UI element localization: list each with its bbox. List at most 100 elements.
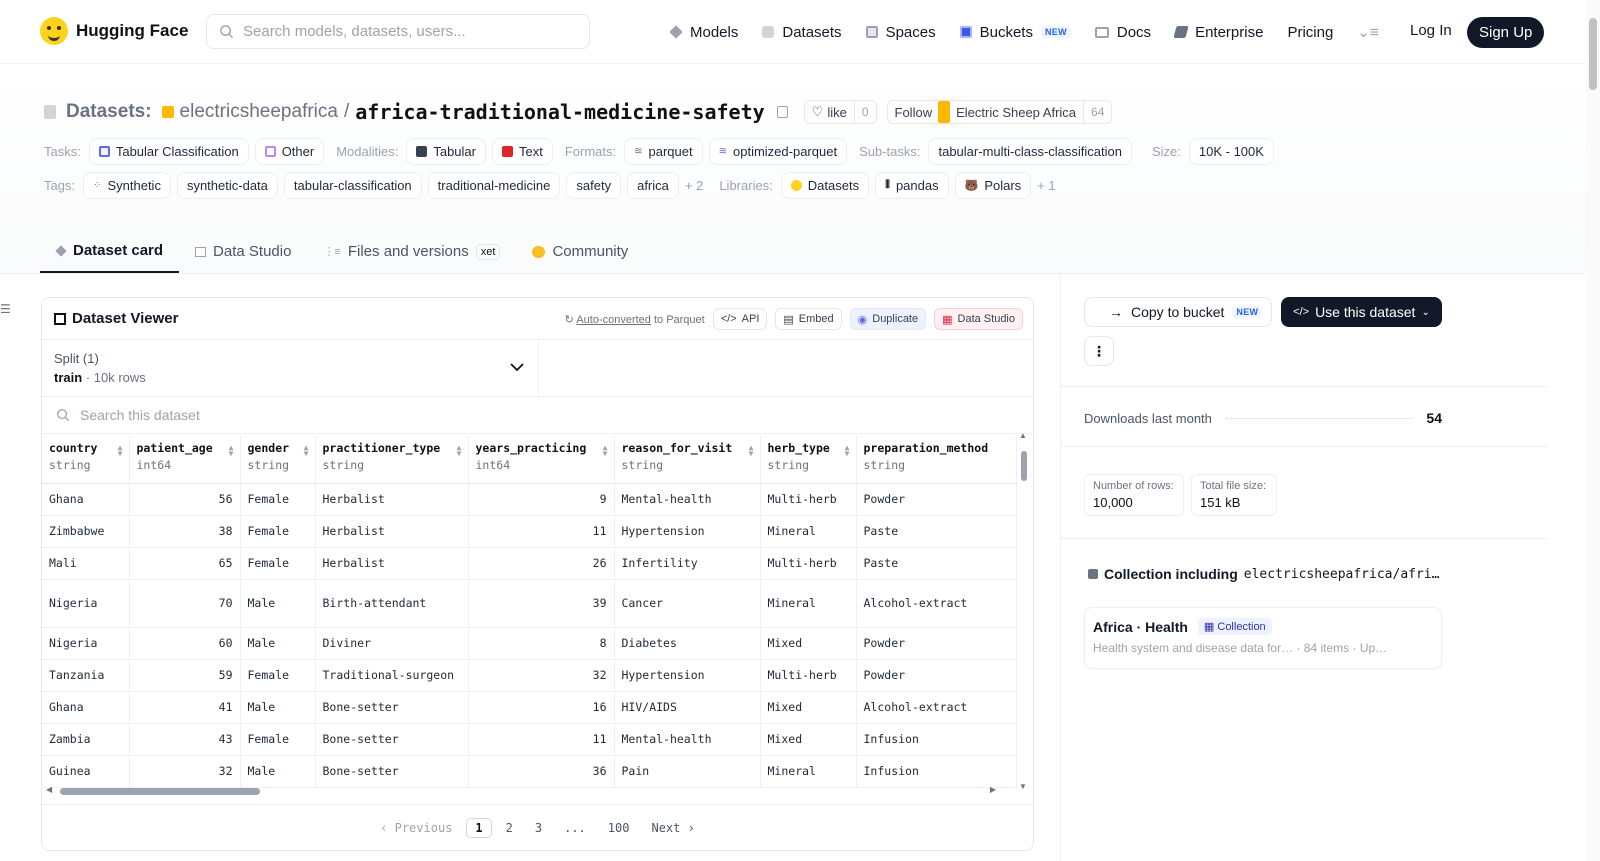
lib-pandas[interactable]: ⦀ pandas [875,172,949,199]
data-studio-button[interactable]: ▦ Data Studio [934,308,1023,330]
page-1[interactable]: 1 [466,817,492,838]
tag-size[interactable]: 10K - 100K [1188,138,1274,165]
column-header-preparation-method[interactable]: preparation_method string [856,435,1017,484]
dataset-name[interactable]: africa-traditional-medicine-safety [355,100,764,124]
horizontal-scroll-thumb[interactable] [60,788,260,795]
page-scroll-thumb[interactable] [1589,18,1597,90]
table-row[interactable]: Nigeria 60 Male Diviner 8 Diabetes Mixed Powder [42,627,1017,660]
like-button[interactable]: ♡ like 0 [803,100,877,124]
embed-button[interactable]: ▤ Embed [775,308,842,330]
tab-dataset-card[interactable]: Dataset card [40,230,180,273]
table-cell: Herbalist [315,515,469,548]
tag-tabular-multi-class[interactable]: tabular-multi-class-classification [928,138,1132,165]
nav-spaces[interactable]: Spaces [865,24,936,41]
table-row[interactable]: Zimbabwe 38 Female Herbalist 11 Hypertension M… [42,515,1017,548]
sort-icon[interactable]: ▲ ▼ [603,444,608,458]
tag-other[interactable]: Other [254,138,325,165]
scroll-down-icon[interactable]: ▼ [1019,782,1027,791]
table-row[interactable]: Ghana 41 Male Bone-setter 16 HIV/AIDS Mixed Alc… [42,691,1017,724]
scroll-right-icon[interactable]: ▶ [990,785,996,794]
nav-enterprise-label: Enterprise [1195,23,1264,41]
page-100[interactable]: 100 [600,819,638,837]
dataset-search-input[interactable]: Search this dataset [42,397,1033,434]
copy-icon[interactable] [776,106,788,118]
table-row[interactable]: Mali 65 Female Herbalist 26 Infertility Multi-… [42,547,1017,580]
org-link[interactable]: electricsheepafrica [180,101,338,123]
vertical-scrollbar[interactable]: ▲ ▼ [1019,431,1029,791]
tag-optimized-parquet[interactable]: ≋ optimized-parquet [708,138,848,165]
next-page-button[interactable]: Next › [643,819,702,837]
tag-traditional-medicine[interactable]: traditional-medicine [427,172,561,199]
use-this-dataset-button[interactable]: </> Use this dataset ⌄ [1281,297,1442,327]
signup-button[interactable]: Sign Up [1467,17,1545,48]
follow-button[interactable]: Follow Electric Sheep Africa 64 [886,100,1113,124]
follow-main: Follow Electric Sheep Africa [888,101,1084,123]
table-cell: Mixed [760,723,857,756]
horizontal-scrollbar[interactable]: ◀ ▶ [46,785,996,797]
table-row[interactable]: Nigeria 70 Male Birth-attendant 39 Cancer Mine… [42,579,1017,628]
column-header-years-practicing[interactable]: years_practicing int64 ▲ ▼ [468,435,615,484]
nav-models[interactable]: Models [669,24,738,41]
more-options-button[interactable]: ⋮ [1084,336,1114,366]
tag-parquet[interactable]: ≋ parquet [624,138,703,165]
nav-enterprise[interactable]: Enterprise [1173,23,1264,41]
nav-buckets[interactable]: Buckets NEW [959,24,1071,41]
sort-icon[interactable]: ▲ ▼ [749,444,754,458]
tag-text[interactable]: Text [491,138,553,165]
tab-data-studio[interactable]: Data Studio [179,230,307,273]
scroll-up-icon[interactable]: ▲ [1019,431,1027,440]
auto-converted-link[interactable]: Auto-converted [576,314,651,326]
sort-icon[interactable]: ▲ ▼ [304,444,309,458]
previous-page-button[interactable]: ‹ Previous [372,819,460,837]
nav-docs[interactable]: Docs [1094,24,1151,41]
sidebar-toggle-icon[interactable]: ☰ [0,302,11,316]
tag-synthetic[interactable]: ⁘ Synthetic [83,172,171,199]
table-row[interactable]: Tanzania 59 Female Traditional-surgeon 32 Hyp… [42,659,1017,692]
tag-africa[interactable]: africa [627,172,679,199]
column-type: string [322,458,365,472]
column-header-gender[interactable]: gender string ▲ ▼ [240,435,316,484]
main-nav-links: Models Datasets Spaces Buckets NEW Docs E… [669,0,1403,64]
sort-icon[interactable]: ▲ ▼ [845,444,850,458]
top-navigation: Hugging Face Search models, datasets, us… [0,0,1600,64]
duplicate-button[interactable]: ◉ Duplicate [849,308,927,330]
page-3[interactable]: 3 [527,819,550,837]
sort-icon[interactable]: ▲ ▼ [457,444,462,458]
login-link[interactable]: Log In [1410,22,1452,39]
column-header-country[interactable]: country string ▲ ▼ [42,435,130,484]
brand-logo[interactable]: Hugging Face [40,17,188,45]
nav-pricing[interactable]: Pricing [1287,24,1333,41]
page-2[interactable]: 2 [498,819,521,837]
more-menu-icon[interactable]: ⌄≡ [1357,23,1378,41]
column-header-herb-type[interactable]: herb_type string ▲ ▼ [760,435,857,484]
page-scrollbar[interactable] [1586,0,1600,861]
tags-more[interactable]: + 2 [685,178,703,193]
column-header-reason-for-visit[interactable]: reason_for_visit string ▲ ▼ [614,435,761,484]
copy-to-bucket-button[interactable]: → Copy to bucket NEW [1084,297,1272,327]
table-row[interactable]: Guinea 32 Male Bone-setter 36 Pain Mineral Infu… [42,755,1017,788]
lib-polars[interactable]: 🐻 Polars [954,172,1032,199]
table-row[interactable]: Ghana 56 Female Herbalist 9 Mental-health Mult… [42,483,1017,516]
sort-icon[interactable]: ▲ ▼ [118,444,123,458]
collection-card[interactable]: Africa · Health ▦ Collection Health syst… [1084,607,1442,669]
libraries-more[interactable]: + 1 [1037,178,1055,193]
global-search-input[interactable]: Search models, datasets, users... [206,14,590,49]
vertical-scroll-thumb[interactable] [1021,451,1027,481]
api-button[interactable]: </> API [712,308,768,330]
tag-synthetic-data[interactable]: synthetic-data [176,172,278,199]
nav-datasets[interactable]: Datasets [762,24,842,41]
tab-files-and-versions[interactable]: ⋮≡ Files and versions xet [307,230,516,273]
tag-tabular-classification-2[interactable]: tabular-classification [283,172,422,199]
tab-community[interactable]: Community [516,230,644,273]
size-value: 151 kB [1200,495,1241,510]
column-header-practitioner-type[interactable]: practitioner_type string ▲ ▼ [315,435,469,484]
sort-icon[interactable]: ▲ ▼ [229,444,234,458]
column-header-patient-age[interactable]: patient_age int64 ▲ ▼ [129,435,241,484]
tag-safety[interactable]: safety [566,172,622,199]
scroll-left-icon[interactable]: ◀ [46,785,52,794]
tag-tabular[interactable]: Tabular [406,138,486,165]
tag-tabular-classification[interactable]: Tabular Classification [88,138,249,165]
split-selector[interactable]: Split (1) train · 10k rows [42,340,539,396]
lib-datasets[interactable]: Datasets [780,172,870,199]
table-row[interactable]: Zambia 43 Female Bone-setter 11 Mental-health… [42,723,1017,756]
